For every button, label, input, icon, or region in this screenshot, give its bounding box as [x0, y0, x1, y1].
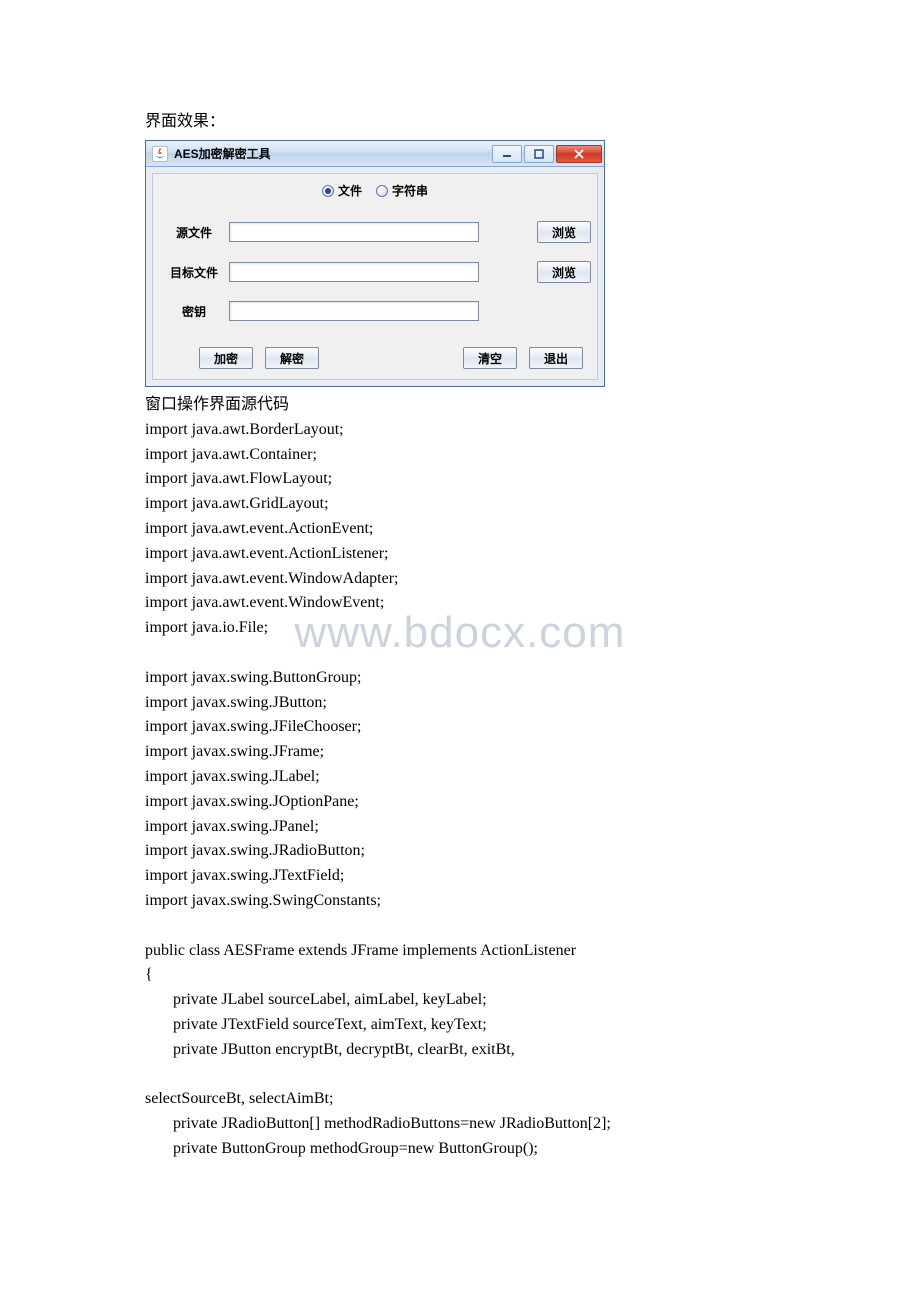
- source-input[interactable]: [229, 222, 479, 242]
- code-line: private ButtonGroup methodGroup=new Butt…: [145, 1137, 775, 1162]
- client-area: 文件 字符串 源文件 浏览 目标文件 浏览 密钥: [146, 167, 604, 386]
- source-label: 源文件: [159, 224, 229, 241]
- code-line: import java.awt.event.WindowEvent;: [145, 591, 775, 616]
- target-input[interactable]: [229, 262, 479, 282]
- code-line: import javax.swing.JPanel;: [145, 815, 775, 840]
- code-line: import java.awt.Container;: [145, 443, 775, 468]
- code-line: private JLabel sourceLabel, aimLabel, ke…: [145, 988, 775, 1013]
- code-line: import javax.swing.JButton;: [145, 691, 775, 716]
- close-button[interactable]: [556, 145, 602, 163]
- code-line: import java.awt.event.ActionEvent;: [145, 517, 775, 542]
- code-line: import javax.swing.JRadioButton;: [145, 839, 775, 864]
- code-line: import java.io.File;: [145, 616, 775, 641]
- maximize-button[interactable]: [524, 145, 554, 163]
- radio-string-label: 字符串: [392, 182, 428, 199]
- encrypt-button[interactable]: 加密: [199, 347, 253, 369]
- minimize-button[interactable]: [492, 145, 522, 163]
- radio-dot-icon: [322, 185, 334, 197]
- titlebar: AES加密解密工具: [146, 141, 604, 167]
- code-line: [145, 641, 775, 666]
- mode-radio-group: 文件 字符串: [159, 178, 591, 209]
- code-line: import javax.swing.JLabel;: [145, 765, 775, 790]
- code-lines: import java.awt.BorderLayout;import java…: [145, 418, 775, 1162]
- radio-file[interactable]: 文件: [322, 182, 362, 199]
- code-line: import java.awt.event.WindowAdapter;: [145, 567, 775, 592]
- code-line: import javax.swing.SwingConstants;: [145, 889, 775, 914]
- key-row: 密钥: [159, 301, 591, 321]
- decrypt-button[interactable]: 解密: [265, 347, 319, 369]
- intro-text: 界面效果：: [145, 110, 775, 134]
- browse-target-button[interactable]: 浏览: [537, 261, 591, 283]
- window-controls: [490, 145, 602, 163]
- key-label: 密钥: [159, 303, 229, 320]
- code-line: import javax.swing.ButtonGroup;: [145, 666, 775, 691]
- code-line: import javax.swing.JFrame;: [145, 740, 775, 765]
- radio-file-label: 文件: [338, 182, 362, 199]
- source-row: 源文件 浏览: [159, 221, 591, 243]
- code-line: private JTextField sourceText, aimText, …: [145, 1013, 775, 1038]
- code-line: import java.awt.GridLayout;: [145, 492, 775, 517]
- radio-dot-icon: [376, 185, 388, 197]
- exit-button[interactable]: 退出: [529, 347, 583, 369]
- code-line: import java.awt.BorderLayout;: [145, 418, 775, 443]
- code-line: private JRadioButton[] methodRadioButton…: [145, 1112, 775, 1137]
- code-line: import java.awt.FlowLayout;: [145, 467, 775, 492]
- inner-panel: 文件 字符串 源文件 浏览 目标文件 浏览 密钥: [152, 173, 598, 380]
- browse-source-button[interactable]: 浏览: [537, 221, 591, 243]
- code-line: import javax.swing.JOptionPane;: [145, 790, 775, 815]
- target-label: 目标文件: [159, 264, 229, 281]
- code-section: 窗口操作界面源代码 import java.awt.BorderLayout;i…: [145, 393, 775, 1162]
- window-title: AES加密解密工具: [174, 145, 490, 162]
- key-input[interactable]: [229, 301, 479, 321]
- code-line: import javax.swing.JTextField;: [145, 864, 775, 889]
- app-window: AES加密解密工具 文件 字符串: [145, 140, 605, 387]
- code-line: [145, 914, 775, 939]
- code-line: import java.awt.event.ActionListener;: [145, 542, 775, 567]
- radio-string[interactable]: 字符串: [376, 182, 428, 199]
- code-line: selectSourceBt, selectAimBt;: [145, 1087, 775, 1112]
- code-line: {: [145, 963, 775, 988]
- code-line: public class AESFrame extends JFrame imp…: [145, 939, 775, 964]
- code-line: import javax.swing.JFileChooser;: [145, 715, 775, 740]
- clear-button[interactable]: 清空: [463, 347, 517, 369]
- target-row: 目标文件 浏览: [159, 261, 591, 283]
- code-line: private JButton encryptBt, decryptBt, cl…: [145, 1038, 775, 1063]
- code-line: [145, 1063, 775, 1088]
- code-caption: 窗口操作界面源代码: [145, 393, 775, 418]
- java-icon: [152, 146, 168, 162]
- action-row: 加密 解密 清空 退出: [159, 339, 591, 371]
